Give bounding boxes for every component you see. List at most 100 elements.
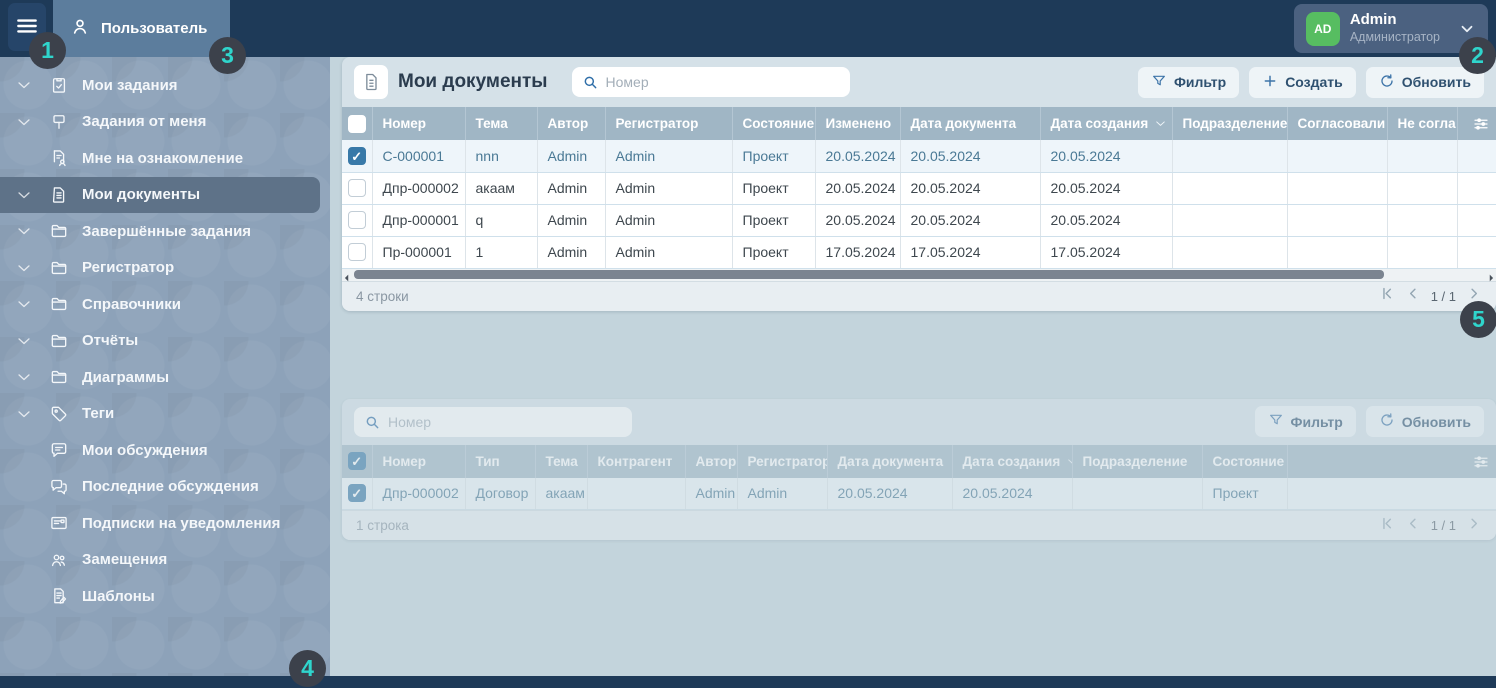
chevron-down-icon[interactable] xyxy=(14,331,34,351)
scroll-left-icon[interactable] xyxy=(342,270,352,280)
comments-icon xyxy=(48,476,70,498)
sidebar-item-6[interactable]: Справочники xyxy=(0,286,330,323)
document-review-icon xyxy=(48,147,70,169)
sidebar-item-14[interactable]: Шаблоны xyxy=(0,578,330,615)
row-checkbox[interactable] xyxy=(348,211,366,229)
sidebar-item-9[interactable]: Теги xyxy=(0,396,330,433)
row-checkbox[interactable] xyxy=(348,147,366,165)
table-cell: Пр-000001 xyxy=(372,236,465,268)
columns-settings-icon[interactable] xyxy=(1472,115,1490,133)
secondary-filter-button[interactable]: Фильтр xyxy=(1255,406,1356,437)
sidebar-item-label: Справочники xyxy=(82,296,181,313)
search-icon xyxy=(582,74,598,90)
prev-page-icon[interactable] xyxy=(1405,285,1422,307)
column-header[interactable]: Согласовали xyxy=(1287,107,1387,140)
sidebar-item-12[interactable]: Подписки на уведомления xyxy=(0,505,330,542)
refresh-icon xyxy=(1379,73,1395,92)
scroll-right-icon[interactable] xyxy=(1486,270,1496,280)
sidebar-item-2[interactable]: Мне на ознакомление xyxy=(0,140,330,177)
sidebar-item-13[interactable]: Замещения xyxy=(0,542,330,579)
table-row[interactable]: Дпр-000002акаамAdminAdminПроект20.05.202… xyxy=(342,172,1496,204)
table-cell xyxy=(1172,140,1287,172)
chevron-down-icon[interactable] xyxy=(14,75,34,95)
sidebar-item-11[interactable]: Последние обсуждения xyxy=(0,469,330,506)
row-checkbox[interactable] xyxy=(348,484,366,502)
column-header[interactable]: Состояние xyxy=(1202,445,1287,478)
table-row[interactable]: Дпр-000001qAdminAdminПроект20.05.202420.… xyxy=(342,204,1496,236)
create-button[interactable]: Создать xyxy=(1249,67,1356,98)
sidebar-item-4[interactable]: Завершённые задания xyxy=(0,213,330,250)
table-cell: Admin xyxy=(537,204,605,236)
step-badge-1: 1 xyxy=(29,32,66,69)
row-checkbox-cell xyxy=(342,140,372,172)
table-cell: Admin xyxy=(537,140,605,172)
column-header[interactable]: Дата создания xyxy=(952,445,1072,478)
select-all-checkbox[interactable] xyxy=(348,452,366,470)
table-row[interactable]: Дпр-000002ДоговоракаамAdminAdmin20.05.20… xyxy=(342,478,1496,510)
column-header[interactable]: Дата документа xyxy=(827,445,952,478)
tab-user[interactable]: Пользователь xyxy=(53,0,230,57)
column-header[interactable]: Тема xyxy=(465,107,537,140)
column-header[interactable]: Состояние xyxy=(732,107,815,140)
column-header[interactable]: Дата создания xyxy=(1040,107,1172,140)
table-cell: С-000001 xyxy=(372,140,465,172)
chevron-down-icon[interactable] xyxy=(14,294,34,314)
table-cell: 17.05.2024 xyxy=(900,236,1040,268)
chevron-down-icon[interactable] xyxy=(14,185,34,205)
column-header[interactable]: Номер xyxy=(372,445,465,478)
folder-icon xyxy=(48,366,70,388)
sidebar-item-7[interactable]: Отчёты xyxy=(0,323,330,360)
secondary-refresh-button[interactable]: Обновить xyxy=(1366,406,1484,437)
first-page-icon[interactable] xyxy=(1379,515,1396,537)
column-header[interactable]: Подразделение xyxy=(1072,445,1202,478)
column-header[interactable]: Контрагент xyxy=(587,445,685,478)
columns-settings-icon[interactable] xyxy=(1472,453,1490,471)
row-checkbox[interactable] xyxy=(348,243,366,261)
documents-panel: Мои документы Фильтр Создать xyxy=(342,57,1496,311)
sidebar-item-10[interactable]: Мои обсуждения xyxy=(0,432,330,469)
column-header[interactable]: Подразделение xyxy=(1172,107,1287,140)
column-header[interactable]: Регистратор xyxy=(605,107,732,140)
column-header[interactable]: Тема xyxy=(535,445,587,478)
scrollbar-thumb[interactable] xyxy=(354,270,1384,279)
table-row[interactable]: С-000001nnnAdminAdminПроект20.05.202420.… xyxy=(342,140,1496,172)
chevron-down-icon[interactable] xyxy=(14,221,34,241)
row-checkbox[interactable] xyxy=(348,179,366,197)
column-header[interactable]: Изменено xyxy=(815,107,900,140)
first-page-icon[interactable] xyxy=(1379,285,1396,307)
sort-chevron-icon[interactable] xyxy=(1065,454,1072,469)
column-header[interactable]: Дата документа xyxy=(900,107,1040,140)
clipboard-icon xyxy=(48,74,70,96)
table-header-row: НомерТипТемаКонтрагентАвторРегистраторДа… xyxy=(342,445,1496,478)
column-header[interactable]: Автор xyxy=(537,107,605,140)
table-cell-filler xyxy=(1287,478,1496,510)
chevron-down-icon[interactable] xyxy=(14,258,34,278)
sidebar: Мои заданияЗадания от меняМне на ознаком… xyxy=(0,57,330,676)
column-header[interactable]: Номер xyxy=(372,107,465,140)
column-header[interactable]: Не согла xyxy=(1387,107,1457,140)
next-page-icon[interactable] xyxy=(1465,515,1482,537)
secondary-search-input[interactable] xyxy=(354,407,632,437)
sidebar-item-1[interactable]: Задания от меня xyxy=(0,104,330,141)
prev-page-icon[interactable] xyxy=(1405,515,1422,537)
table-row[interactable]: Пр-0000011AdminAdminПроект17.05.202417.0… xyxy=(342,236,1496,268)
sidebar-item-8[interactable]: Диаграммы xyxy=(0,359,330,396)
sidebar-item-3[interactable]: Мои документы xyxy=(0,177,320,214)
table-cell: Admin xyxy=(537,236,605,268)
column-header[interactable]: Автор xyxy=(685,445,737,478)
chevron-down-icon[interactable] xyxy=(14,404,34,424)
table-cell-filler xyxy=(1457,172,1496,204)
chevron-down-icon[interactable] xyxy=(14,112,34,132)
column-header[interactable]: Тип xyxy=(465,445,535,478)
chevron-down-icon[interactable] xyxy=(14,367,34,387)
refresh-button[interactable]: Обновить xyxy=(1366,67,1484,98)
horizontal-scrollbar[interactable] xyxy=(342,269,1496,281)
sort-chevron-icon[interactable] xyxy=(1153,116,1168,131)
search-input[interactable] xyxy=(572,67,850,97)
sidebar-item-5[interactable]: Регистратор xyxy=(0,250,330,287)
filter-button[interactable]: Фильтр xyxy=(1138,67,1239,98)
sidebar-item-0[interactable]: Мои задания xyxy=(0,67,330,104)
select-all-checkbox[interactable] xyxy=(348,115,366,133)
column-header[interactable]: Регистратор xyxy=(737,445,827,478)
profile-menu[interactable]: AD Admin Администратор xyxy=(1294,4,1488,53)
